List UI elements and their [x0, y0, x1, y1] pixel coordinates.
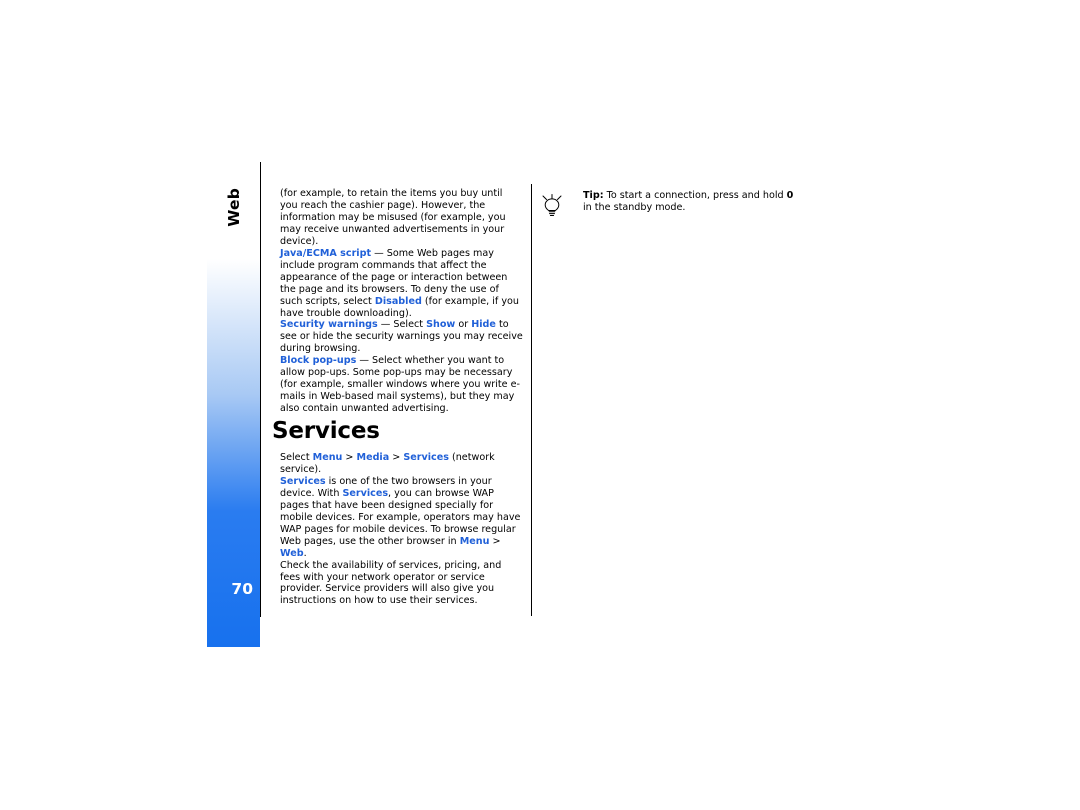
text-run: Select: [280, 452, 313, 463]
text-run: Menu: [459, 535, 490, 547]
lightbulb-tip-icon: [540, 193, 564, 219]
text-run: Show: [426, 319, 456, 331]
text-run: in the standby mode.: [583, 201, 686, 213]
text-run: Check the availability of services, pric…: [280, 559, 502, 607]
tip-text-block: Tip: To start a connection, press and ho…: [583, 190, 798, 214]
text-run: Block pop-ups: [280, 355, 357, 367]
paragraph-cookies: (for example, to retain the items you bu…: [280, 188, 523, 248]
left-text-column-after-heading: Select Menu > Media > Services (network …: [280, 452, 523, 607]
text-run: Java/ECMA script: [280, 247, 372, 259]
text-run: .: [303, 547, 307, 559]
text-run: Media: [356, 452, 390, 463]
text-run: — Select: [377, 319, 427, 331]
text-run: Services: [342, 487, 389, 499]
section-heading-services: Services: [272, 418, 380, 444]
paragraph-java-ecma-script: Java/ECMA script — Some Web pages may in…: [280, 248, 523, 320]
paragraph-availability: Check the availability of services, pric…: [280, 560, 523, 608]
text-run: 0: [786, 190, 794, 201]
text-run: Hide: [471, 319, 496, 331]
sidebar-vertical-rule: [260, 162, 261, 617]
text-run: Security warnings: [280, 319, 378, 331]
chapter-label-text: Web: [224, 188, 243, 227]
text-run: >: [489, 535, 501, 547]
text-run: or: [455, 319, 472, 331]
text-run: Services: [280, 475, 326, 487]
text-run: Web: [280, 547, 304, 559]
left-text-column: (for example, to retain the items you bu…: [280, 188, 523, 415]
paragraph-services-description: Services is one of the two browsers in y…: [280, 476, 523, 560]
page-number: 70: [231, 580, 253, 598]
paragraph-block-popups: Block pop-ups — Select whether you want …: [280, 355, 523, 415]
chapter-label: Web: [207, 168, 260, 288]
text-run: >: [342, 452, 357, 463]
text-run: Services: [403, 452, 449, 463]
text-run: (for example, to retain the items you bu…: [280, 188, 506, 247]
column-divider-rule: [531, 184, 532, 616]
paragraph-security-warnings: Security warnings — Select Show or Hide …: [280, 319, 523, 355]
paragraph-select-path: Select Menu > Media > Services (network …: [280, 452, 523, 476]
text-run: >: [389, 452, 404, 463]
text-run: To start a connection, press and hold: [603, 190, 787, 201]
text-run: Menu: [312, 452, 343, 463]
text-run: Disabled: [374, 295, 422, 307]
text-run: Tip:: [583, 190, 604, 201]
